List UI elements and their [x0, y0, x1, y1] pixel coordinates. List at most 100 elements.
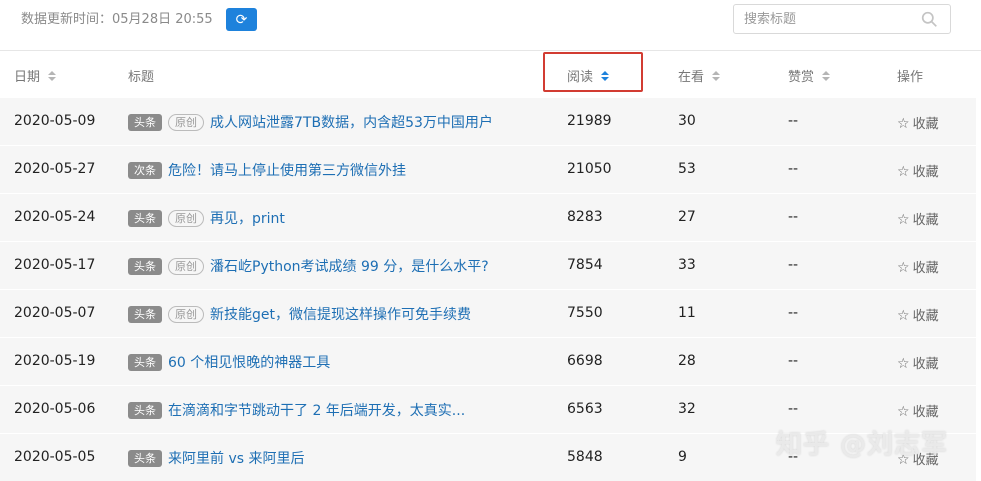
position-badge: 头条: [128, 209, 162, 227]
row-watching: 27: [678, 209, 696, 225]
position-badge: 头条: [128, 305, 162, 323]
sort-icon: [712, 70, 721, 81]
table-row: 2020-05-09 头条 原创 成人网站泄露7TB数据，内含超53万中国用户 21…: [0, 98, 976, 145]
star-icon: ☆: [897, 260, 910, 276]
article-title-link[interactable]: 危险！请马上停止使用第三方微信外挂: [168, 163, 406, 179]
row-reads: 6563: [567, 401, 603, 417]
update-time-label: 数据更新时间：05月28日 20:55: [21, 12, 213, 27]
column-label-rewards: 赞赏: [788, 70, 815, 85]
star-icon: ☆: [897, 308, 910, 324]
favorite-button[interactable]: ☆ 收藏: [897, 305, 939, 324]
table-row: 2020-05-19 头条 60 个相见恨晚的神器工具 6698 28 -- ☆ 收…: [0, 338, 976, 385]
row-watching: 30: [678, 113, 696, 129]
refresh-button[interactable]: ⟳: [226, 8, 257, 31]
original-badge: 原创: [168, 209, 204, 227]
search-box[interactable]: [733, 4, 951, 34]
top-bar: 数据更新时间：05月28日 20:55 ⟳: [0, 0, 981, 51]
favorite-button[interactable]: ☆ 收藏: [897, 401, 939, 420]
search-icon[interactable]: [921, 11, 938, 28]
row-date: 2020-05-05: [14, 449, 96, 465]
column-header-watching[interactable]: 在看: [678, 66, 721, 85]
favorite-button[interactable]: ☆ 收藏: [897, 257, 939, 276]
table-row: 2020-05-17 头条 原创 潘石屹Python考试成绩 99 分，是什么水平?…: [0, 242, 976, 289]
row-title-cell: 头条 原创 成人网站泄露7TB数据，内含超53万中国用户: [128, 112, 493, 132]
table-row: 2020-05-24 头条 原创 再见，print 8283 27 -- ☆ 收藏: [0, 194, 976, 241]
row-watching: 53: [678, 161, 696, 177]
column-label-actions: 操作: [897, 70, 924, 85]
original-badge: 原创: [168, 305, 204, 323]
row-title-cell: 头条 原创 潘石屹Python考试成绩 99 分，是什么水平?: [128, 256, 489, 276]
row-rewards: --: [788, 401, 799, 417]
row-reads: 8283: [567, 209, 603, 225]
favorite-label: 收藏: [912, 405, 939, 420]
row-rewards: --: [788, 209, 799, 225]
row-title-cell: 头条 原创 再见，print: [128, 208, 285, 228]
article-title-link[interactable]: 成人网站泄露7TB数据，内含超53万中国用户: [210, 115, 493, 131]
article-title-link[interactable]: 新技能get，微信提现这样操作可免手续费: [210, 307, 471, 323]
row-date: 2020-05-06: [14, 401, 96, 417]
favorite-button[interactable]: ☆ 收藏: [897, 209, 939, 228]
column-header-date[interactable]: 日期: [14, 66, 57, 85]
row-date: 2020-05-17: [14, 257, 96, 273]
row-title-cell: 头条 来阿里前 vs 来阿里后: [128, 448, 304, 468]
position-badge: 头条: [128, 113, 162, 131]
row-watching: 28: [678, 353, 696, 369]
highlight-box: [543, 52, 643, 92]
row-rewards: --: [788, 161, 799, 177]
position-badge: 次条: [128, 161, 162, 179]
article-title-link[interactable]: 在滴滴和字节跳动干了 2 年后端开发，太真实...: [168, 403, 465, 419]
column-label-title: 标题: [128, 70, 155, 85]
column-header-rewards[interactable]: 赞赏: [788, 66, 831, 85]
row-date: 2020-05-07: [14, 305, 96, 321]
row-date: 2020-05-24: [14, 209, 96, 225]
row-rewards: --: [788, 305, 799, 321]
row-reads: 21050: [567, 161, 612, 177]
position-badge: 头条: [128, 401, 162, 419]
star-icon: ☆: [897, 356, 910, 372]
original-badge: 原创: [168, 113, 204, 131]
refresh-icon: ⟳: [235, 11, 248, 28]
row-reads: 7854: [567, 257, 603, 273]
article-title-link[interactable]: 60 个相见恨晚的神器工具: [168, 355, 330, 371]
row-date: 2020-05-19: [14, 353, 96, 369]
row-reads: 7550: [567, 305, 603, 321]
watermark: 知乎 @刘志军: [776, 430, 949, 460]
favorite-label: 收藏: [912, 357, 939, 372]
row-title-cell: 头条 60 个相见恨晚的神器工具: [128, 352, 330, 372]
favorite-label: 收藏: [912, 165, 939, 180]
table-row: 2020-05-27 次条 危险！请马上停止使用第三方微信外挂 21050 53 …: [0, 146, 976, 193]
row-title-cell: 头条 在滴滴和字节跳动干了 2 年后端开发，太真实...: [128, 400, 465, 420]
favorite-button[interactable]: ☆ 收藏: [897, 113, 939, 132]
table-header: 日期 标题 阅读 在看 赞赏 操作: [0, 51, 981, 98]
row-watching: 32: [678, 401, 696, 417]
article-title-link[interactable]: 潘石屹Python考试成绩 99 分，是什么水平?: [210, 259, 489, 275]
position-badge: 头条: [128, 257, 162, 275]
row-watching: 9: [678, 449, 687, 465]
row-reads: 6698: [567, 353, 603, 369]
favorite-button[interactable]: ☆ 收藏: [897, 353, 939, 372]
article-title-link[interactable]: 来阿里前 vs 来阿里后: [168, 451, 304, 467]
row-rewards: --: [788, 113, 799, 129]
row-date: 2020-05-09: [14, 113, 96, 129]
article-title-link[interactable]: 再见，print: [210, 211, 285, 227]
row-reads: 21989: [567, 113, 612, 129]
favorite-label: 收藏: [912, 261, 939, 276]
column-header-title: 标题: [128, 66, 154, 85]
star-icon: ☆: [897, 164, 910, 180]
table-row: 2020-05-07 头条 原创 新技能get，微信提现这样操作可免手续费 7550…: [0, 290, 976, 337]
column-label-watching: 在看: [678, 70, 705, 85]
row-rewards: --: [788, 257, 799, 273]
row-reads: 5848: [567, 449, 603, 465]
favorite-button[interactable]: ☆ 收藏: [897, 161, 939, 180]
star-icon: ☆: [897, 116, 910, 132]
position-badge: 头条: [128, 449, 162, 467]
row-watching: 11: [678, 305, 696, 321]
favorite-label: 收藏: [912, 309, 939, 324]
position-badge: 头条: [128, 353, 162, 371]
favorite-label: 收藏: [912, 117, 939, 132]
column-header-actions: 操作: [897, 66, 923, 85]
search-input[interactable]: [744, 10, 914, 28]
original-badge: 原创: [168, 257, 204, 275]
favorite-label: 收藏: [912, 213, 939, 228]
row-title-cell: 头条 原创 新技能get，微信提现这样操作可免手续费: [128, 304, 471, 324]
